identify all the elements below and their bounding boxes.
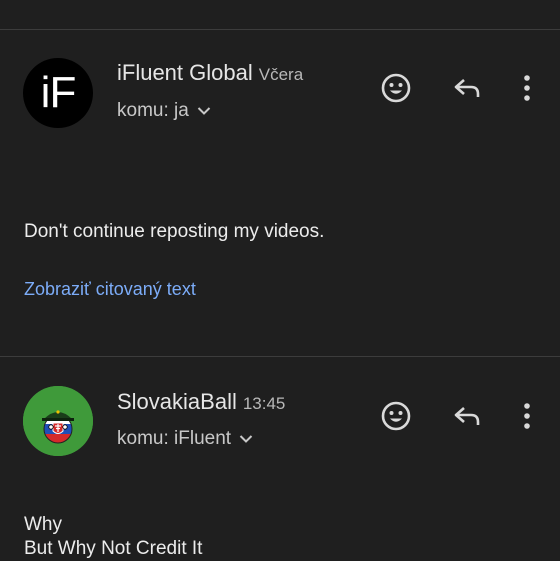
- message-body: Why But Why Not Credit It: [24, 513, 202, 561]
- recipient-label: komu: ja: [117, 100, 189, 122]
- chevron-down-icon: [197, 100, 211, 122]
- emoji-reaction-button[interactable]: [378, 398, 414, 434]
- emoji-reaction-icon: [381, 73, 411, 103]
- emoji-reaction-button[interactable]: [378, 70, 414, 106]
- slovakiaball-avatar-icon: [23, 386, 93, 456]
- message-body: Don't continue reposting my videos.: [24, 220, 324, 244]
- emoji-reaction-icon: [381, 401, 411, 431]
- reply-icon: [454, 407, 480, 425]
- recipient-toggle[interactable]: komu: ja: [117, 100, 211, 122]
- reply-icon: [454, 79, 480, 97]
- recipient-label: komu: iFluent: [117, 428, 232, 450]
- body-line: Don't continue reposting my videos.: [24, 221, 325, 242]
- reply-button[interactable]: [449, 70, 485, 106]
- reply-button[interactable]: [449, 398, 485, 434]
- show-quoted-text-link[interactable]: Zobraziť citovaný text: [24, 279, 196, 300]
- more-vert-icon: [524, 403, 530, 429]
- sender-name[interactable]: iFluent Global: [117, 60, 253, 85]
- top-divider: [0, 29, 560, 30]
- body-line: But Why Not Credit It: [24, 538, 203, 559]
- more-vert-icon: [524, 75, 530, 101]
- sender-line: SlovakiaBall 13:45: [117, 389, 285, 415]
- avatar[interactable]: [23, 386, 93, 456]
- more-options-button[interactable]: [509, 398, 545, 434]
- avatar-initials: iF: [40, 68, 77, 117]
- sender-name[interactable]: SlovakiaBall: [117, 389, 237, 414]
- sender-line: iFluent Global Včera: [117, 60, 303, 86]
- recipient-toggle[interactable]: komu: iFluent: [117, 428, 253, 450]
- message-time: 13:45: [242, 394, 286, 413]
- avatar[interactable]: iF: [23, 58, 93, 128]
- message-divider: [0, 356, 560, 357]
- body-line: Why: [24, 514, 62, 535]
- chevron-down-icon: [239, 428, 253, 450]
- message-time: Včera: [258, 65, 304, 84]
- more-options-button[interactable]: [509, 70, 545, 106]
